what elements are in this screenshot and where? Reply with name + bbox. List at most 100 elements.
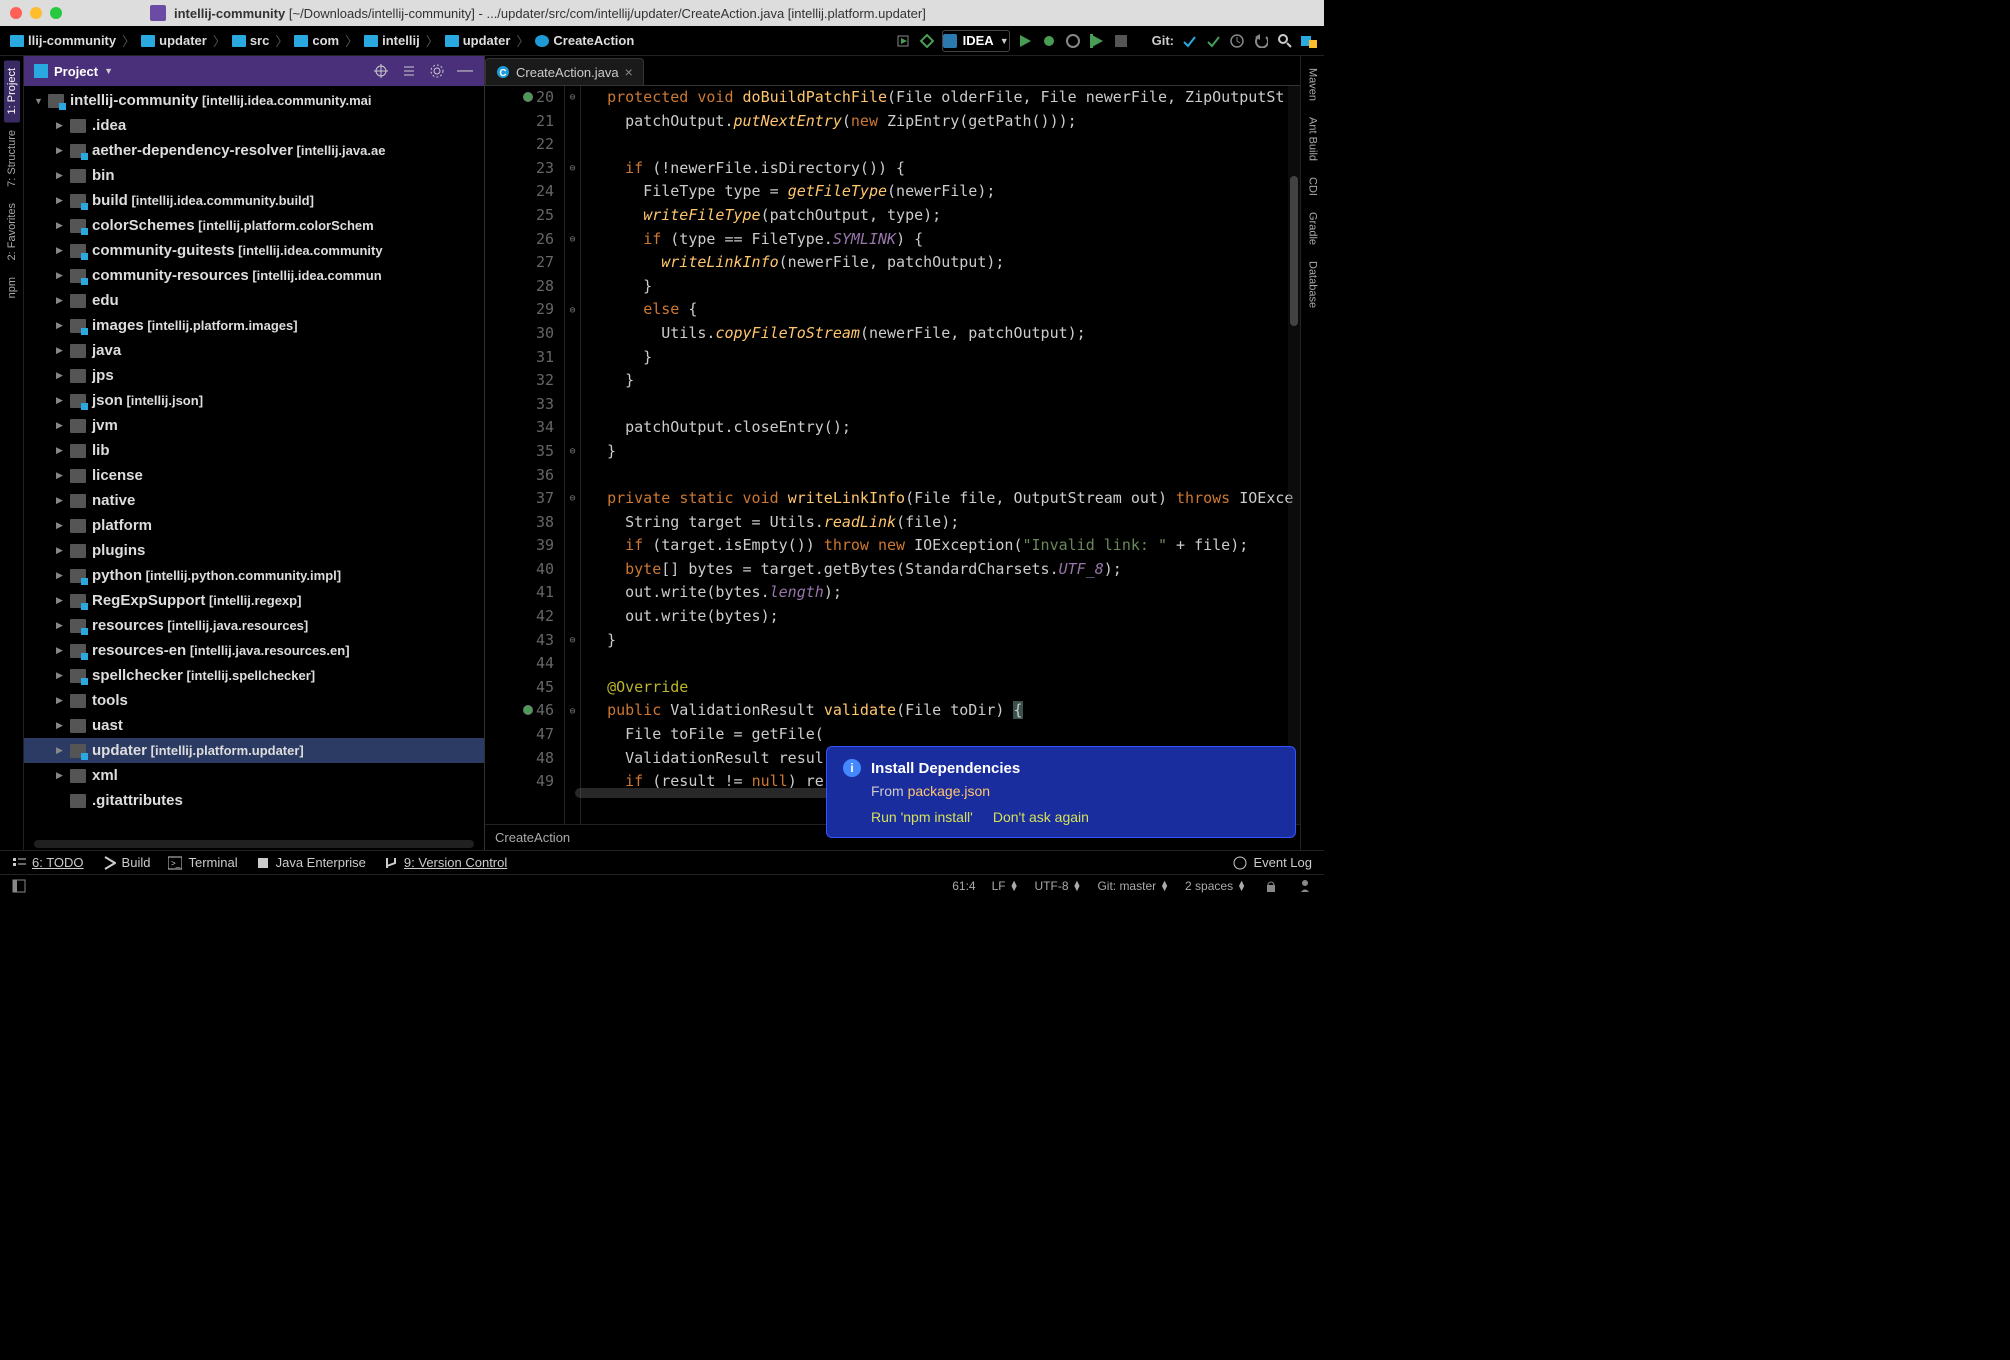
tree-item[interactable]: ▶license [24,463,484,488]
coverage-icon[interactable] [1064,32,1082,50]
bottom-tool-window-bar: 6: TODO Build >_Terminal Java Enterprise… [0,850,1324,874]
run-npm-install-link[interactable]: Run 'npm install' [871,809,973,825]
tree-item[interactable]: ▶resources [intellij.java.resources] [24,613,484,638]
breadcrumb-item[interactable]: src [228,33,274,48]
left-tab----favorites[interactable]: 2: Favorites [4,195,20,268]
tree-item[interactable]: ▶json [intellij.json] [24,388,484,413]
tree-item[interactable]: ▶tools [24,688,484,713]
close-window-button[interactable] [10,7,22,19]
caret-position[interactable]: 61:4 [952,879,975,893]
svg-text:C: C [499,68,506,79]
left-tab----project[interactable]: 1: Project [4,60,20,122]
right-tab-maven[interactable]: Maven [1305,60,1321,109]
maximize-window-button[interactable] [50,7,62,19]
code-area[interactable]: 2021222324252627282930313233343536373839… [485,86,1300,824]
tree-item[interactable]: ▶community-guitests [intellij.idea.commu… [24,238,484,263]
profile-icon[interactable] [1088,32,1106,50]
inspector-icon[interactable] [1296,877,1314,895]
right-tool-window-bar: MavenAnt BuildCDIGradleDatabase [1300,56,1324,850]
tree-item[interactable]: ▶images [intellij.platform.images] [24,313,484,338]
close-tab-icon[interactable]: × [625,64,633,80]
line-separator[interactable]: LF▲▼ [992,879,1019,893]
tool-windows-toggle-icon[interactable] [10,877,28,895]
tree-item[interactable]: ▶aether-dependency-resolver [intellij.ja… [24,138,484,163]
vcs-commit-icon[interactable] [1204,32,1222,50]
tree-root: ▼ intellij-community [intellij.idea.comm… [24,88,484,113]
right-tab-database[interactable]: Database [1305,253,1321,316]
vcs-revert-icon[interactable] [1252,32,1270,50]
lock-icon[interactable] [1262,877,1280,895]
right-tab-cdi[interactable]: CDI [1305,169,1321,204]
dont-ask-again-link[interactable]: Don't ask again [993,809,1089,825]
vcs-update-icon[interactable] [1180,32,1198,50]
ide-settings-icon[interactable] [1300,32,1318,50]
editor-tab[interactable]: C CreateAction.java × [485,58,644,85]
run-icon[interactable] [1016,32,1034,50]
java-enterprise-tab[interactable]: Java Enterprise [256,855,366,870]
left-tab----structure[interactable]: 7: Structure [4,122,20,195]
run-config-selector[interactable]: IDEA ▼ [942,30,1010,52]
left-tab-npm[interactable]: npm [4,269,20,306]
tree-item[interactable]: ▶xml [24,763,484,788]
tree-item[interactable]: ▶native [24,488,484,513]
tree-h-scrollbar[interactable] [34,840,474,848]
hide-icon[interactable]: — [456,62,474,80]
project-tree[interactable]: ▼ intellij-community [intellij.idea.comm… [24,86,484,850]
build-tab[interactable]: Build [102,855,151,870]
right-tab-ant-build[interactable]: Ant Build [1305,109,1321,169]
build-icon[interactable] [918,32,936,50]
info-icon: i [843,759,861,777]
breadcrumb-item[interactable]: CreateAction [531,33,638,48]
editor-v-scrollbar[interactable] [1288,86,1300,824]
nav-target-icon[interactable] [894,32,912,50]
tree-item[interactable]: ▶jvm [24,413,484,438]
breadcrumb-item[interactable]: updater [137,33,211,48]
event-log-tab[interactable]: Event Log [1233,855,1312,870]
tree-item[interactable]: .gitattributes [24,788,484,813]
tree-item[interactable]: ▶resources-en [intellij.java.resources.e… [24,638,484,663]
breadcrumb-item[interactable]: com [290,33,343,48]
left-tool-window-bar: 1: Project7: Structure2: Favoritesnpm [0,56,24,850]
tree-item[interactable]: ▶python [intellij.python.community.impl] [24,563,484,588]
titlebar: intellij-community [~/Downloads/intellij… [0,0,1324,26]
status-bar: 61:4 LF▲▼ UTF-8▲▼ Git: master▲▼ 2 spaces… [0,874,1324,896]
project-view-title[interactable]: Project ▼ [34,64,364,79]
search-icon[interactable] [1276,32,1294,50]
tree-item[interactable]: ▶updater [intellij.platform.updater] [24,738,484,763]
tree-item[interactable]: ▶spellchecker [intellij.spellchecker] [24,663,484,688]
breadcrumb-item[interactable]: updater [441,33,515,48]
install-dependencies-popup: i Install Dependencies From package.json… [826,746,1296,838]
todo-tab[interactable]: 6: TODO [12,855,84,870]
tree-item[interactable]: ▶RegExpSupport [intellij.regexp] [24,588,484,613]
tree-item[interactable]: ▶java [24,338,484,363]
tree-item[interactable]: ▶edu [24,288,484,313]
stop-icon[interactable] [1112,32,1130,50]
locate-icon[interactable] [372,62,390,80]
tree-item[interactable]: ▶lib [24,438,484,463]
tree-item[interactable]: ▶colorSchemes [intellij.platform.colorSc… [24,213,484,238]
indent-status[interactable]: 2 spaces▲▼ [1185,879,1246,893]
git-branch[interactable]: Git: master▲▼ [1097,879,1169,893]
editor-h-scrollbar[interactable] [575,788,835,798]
tree-item[interactable]: ▶jps [24,363,484,388]
debug-icon[interactable] [1040,32,1058,50]
tree-item[interactable]: ▶bin [24,163,484,188]
tree-item[interactable]: ▶plugins [24,538,484,563]
version-control-tab[interactable]: 9: Version Control [384,855,507,870]
popup-body: From package.json [871,783,1279,799]
vcs-history-icon[interactable] [1228,32,1246,50]
breadcrumb-item[interactable]: intellij [360,33,424,48]
tree-item[interactable]: ▶platform [24,513,484,538]
gear-icon[interactable] [428,62,446,80]
terminal-tab[interactable]: >_Terminal [168,855,237,870]
editor: C CreateAction.java × 202122232425262728… [484,56,1300,850]
tree-item[interactable]: ▶community-resources [intellij.idea.comm… [24,263,484,288]
minimize-window-button[interactable] [30,7,42,19]
collapse-icon[interactable] [400,62,418,80]
breadcrumb-item[interactable]: llij-community [6,33,120,48]
tree-item[interactable]: ▶.idea [24,113,484,138]
file-encoding[interactable]: UTF-8▲▼ [1035,879,1082,893]
right-tab-gradle[interactable]: Gradle [1305,204,1321,253]
tree-item[interactable]: ▶uast [24,713,484,738]
tree-item[interactable]: ▶build [intellij.idea.community.build] [24,188,484,213]
